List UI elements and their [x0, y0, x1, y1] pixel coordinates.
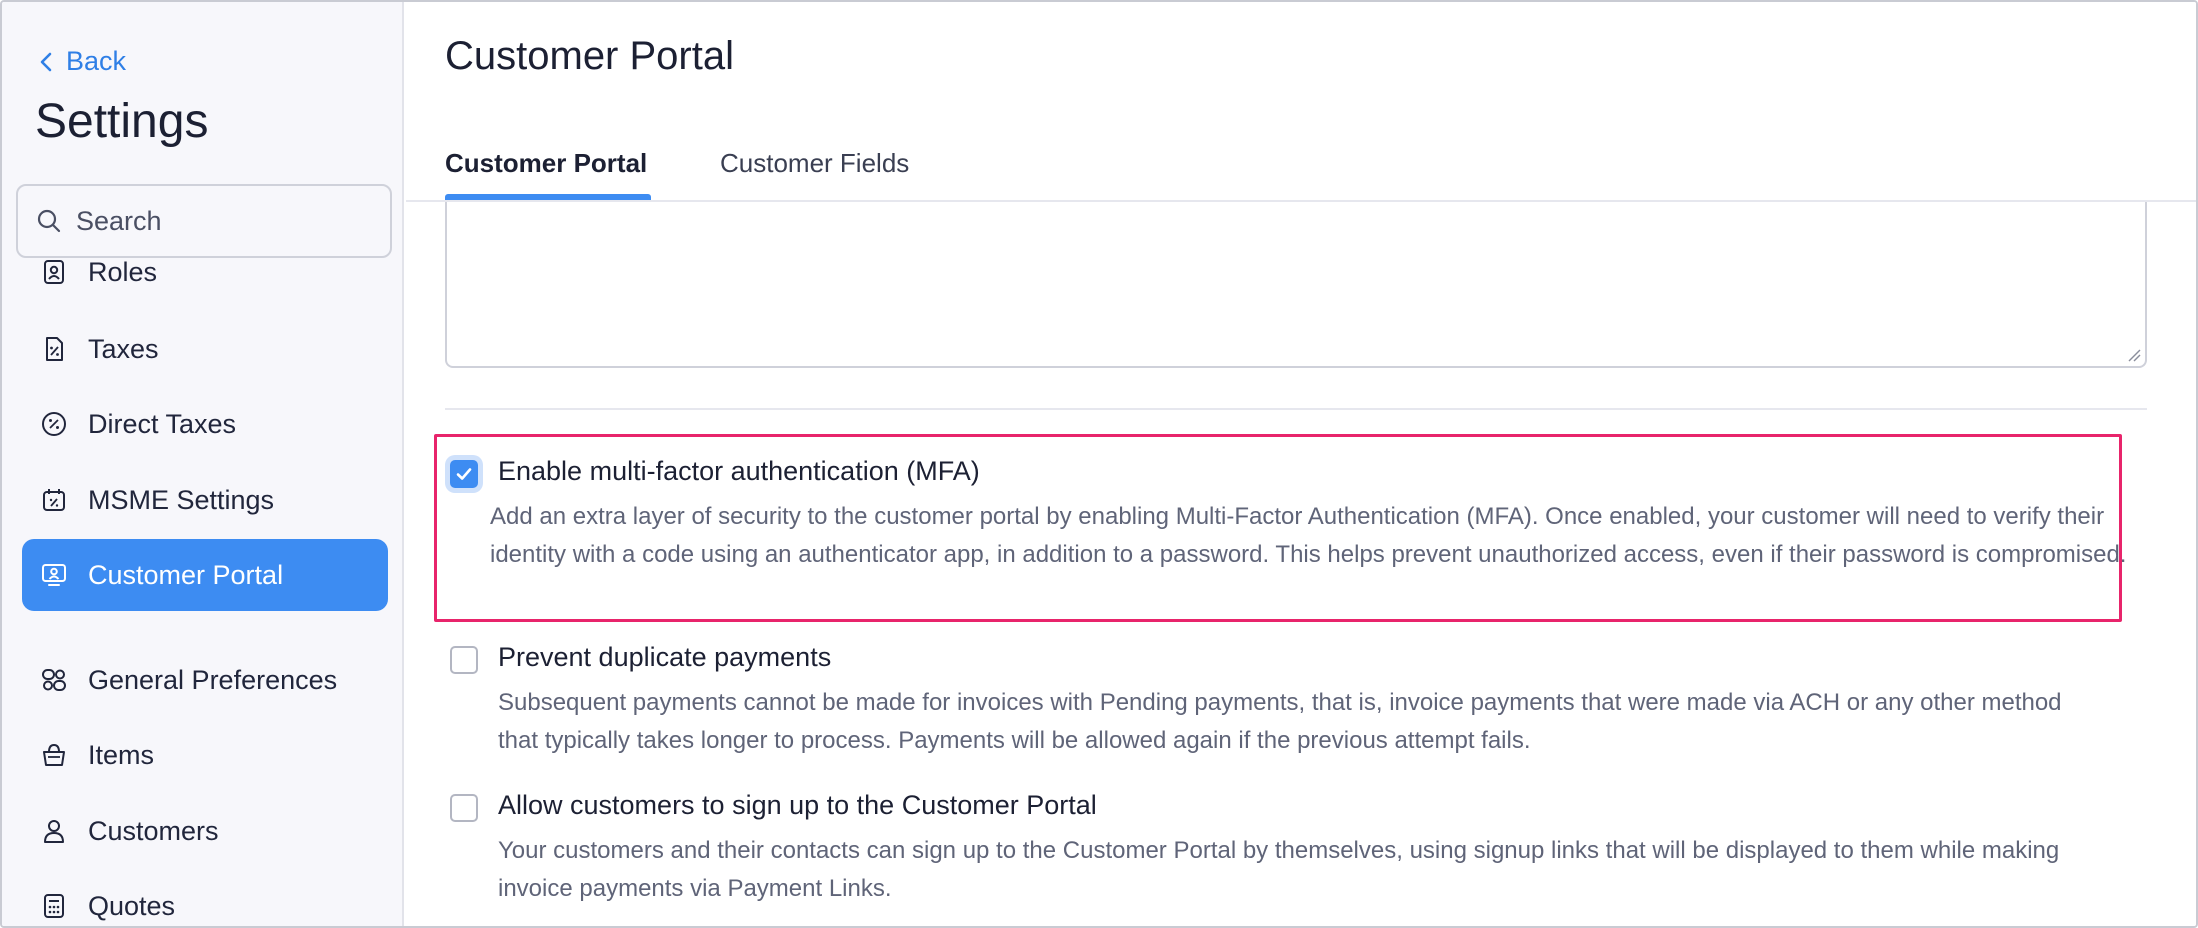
checkmark-icon — [456, 468, 472, 480]
user-icon — [44, 820, 64, 843]
section-divider — [445, 408, 2147, 410]
sidebar-item-items[interactable]: Items — [22, 719, 388, 791]
settings-title: Settings — [35, 95, 209, 148]
prevent-duplicate-checkbox[interactable] — [450, 646, 478, 674]
settings-sidebar: Back Settings Roles Taxes Direct Taxes M… — [2, 2, 404, 926]
sidebar-item-label: Quotes — [88, 890, 176, 921]
sidebar-item-quotes[interactable]: Quotes — [22, 870, 388, 926]
sidebar-item-label: Customers — [88, 815, 219, 846]
portal-textarea[interactable] — [445, 182, 2147, 368]
allow-signup-checkbox[interactable] — [450, 794, 478, 822]
portal-user-icon — [42, 564, 66, 586]
resize-grip-icon[interactable] — [2125, 346, 2141, 362]
basket-icon — [43, 743, 65, 766]
sidebar-item-msme-settings[interactable]: MSME Settings — [22, 464, 388, 536]
app-window: Back Settings Roles Taxes Direct Taxes M… — [0, 0, 2198, 928]
search-input[interactable] — [76, 205, 376, 237]
sidebar-item-label: Taxes — [88, 333, 159, 364]
tab-customer-portal[interactable]: Customer Portal — [445, 148, 647, 179]
allow-signup-description: Your customers and their contacts can si… — [498, 837, 2060, 902]
prevent-duplicate-label[interactable]: Prevent duplicate payments — [498, 642, 831, 673]
tab-bar: Customer Portal Customer Portal Customer… — [406, 2, 2196, 202]
tab-customer-fields[interactable]: Customer Fields — [720, 148, 909, 179]
sidebar-item-customer-portal[interactable]: Customer Portal — [22, 539, 388, 611]
search-icon — [37, 209, 61, 233]
chevron-left-icon — [40, 52, 52, 71]
prevent-duplicate-description: Subsequent payments cannot be made for i… — [498, 689, 2062, 754]
percent-circle-icon — [42, 412, 66, 436]
id-badge-icon — [44, 260, 64, 284]
sidebar-item-label: Roles — [88, 256, 158, 287]
sidebar-item-customers[interactable]: Customers — [22, 795, 388, 867]
sidebar-item-general-preferences[interactable]: General Preferences — [22, 644, 388, 716]
sidebar-item-label: MSME Settings — [88, 484, 275, 515]
mfa-checkbox[interactable] — [450, 460, 478, 488]
active-tab-indicator — [445, 194, 651, 200]
page-title: Customer Portal — [445, 34, 734, 78]
sidebar-item-label: Customer Portal — [88, 559, 284, 590]
sidebar-item-label: Direct Taxes — [88, 408, 237, 439]
back-link[interactable]: Back — [38, 46, 126, 77]
back-label[interactable]: Back — [66, 46, 126, 77]
main-content: Customer Portal Customer Portal Customer… — [406, 2, 2196, 926]
settings-search[interactable] — [16, 184, 392, 258]
mfa-label[interactable]: Enable multi-factor authentication (MFA) — [498, 456, 980, 487]
allow-signup-label[interactable]: Allow customers to sign up to the Custom… — [498, 790, 1097, 821]
sidebar-item-taxes[interactable]: Taxes — [22, 313, 388, 385]
mfa-description: Add an extra layer of security to the cu… — [490, 503, 2127, 568]
calendar-percent-icon — [43, 489, 65, 511]
calculator-icon — [44, 894, 64, 918]
sidebar-item-direct-taxes[interactable]: Direct Taxes — [22, 388, 388, 460]
tax-document-icon — [46, 337, 63, 361]
sidebar-item-label: Items — [88, 739, 155, 770]
sidebar-item-label: General Preferences — [88, 664, 338, 695]
preferences-icon — [42, 669, 66, 691]
